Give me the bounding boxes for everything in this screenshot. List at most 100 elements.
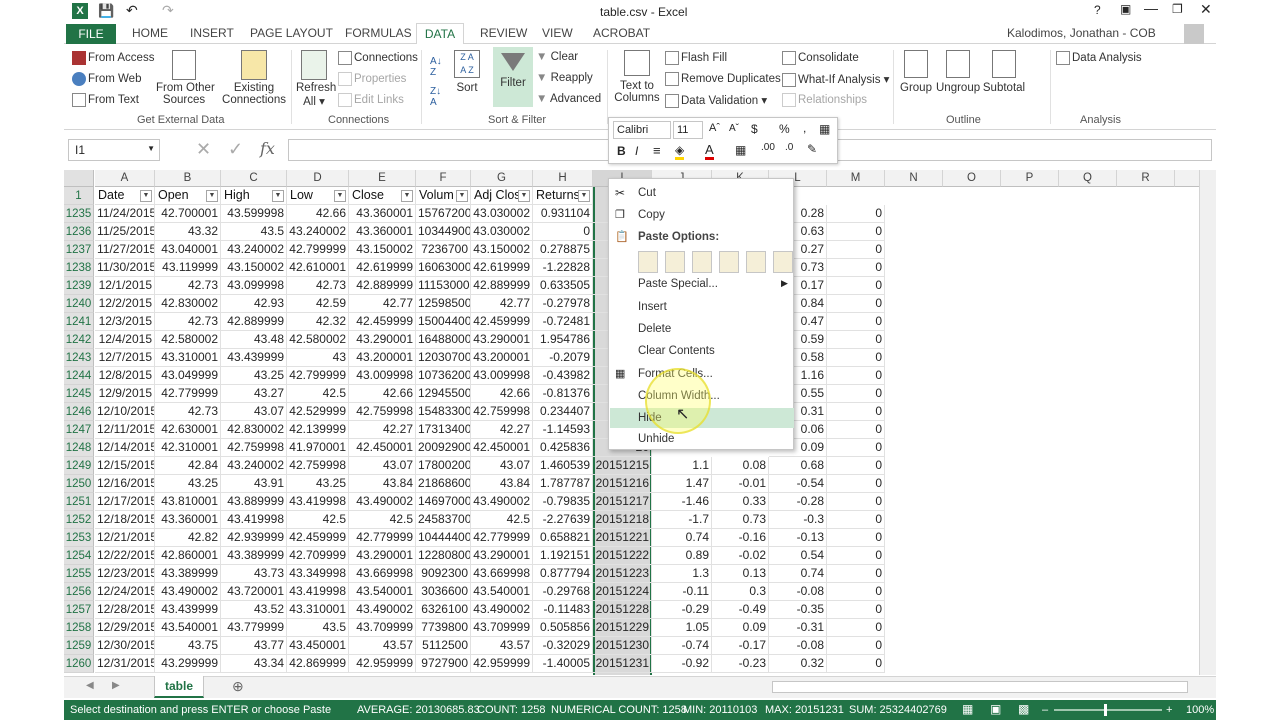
table-cell[interactable]: -0.08: [769, 637, 827, 655]
table-cell[interactable]: 42.700001: [155, 205, 221, 223]
table-cell[interactable]: 43.490002: [471, 601, 533, 619]
table-cell[interactable]: 43.290001: [471, 331, 533, 349]
table-cell[interactable]: 0: [827, 547, 885, 565]
table-cell[interactable]: 42.93: [221, 295, 287, 313]
table-cell[interactable]: 12/18/2015: [95, 511, 155, 529]
table-cell[interactable]: 42.66: [349, 385, 416, 403]
table-cell[interactable]: 0.658821: [533, 529, 593, 547]
table-cell[interactable]: -0.43982: [533, 367, 593, 385]
flash-fill-button[interactable]: Flash Fill: [665, 51, 727, 65]
table-cell[interactable]: 43.91: [221, 475, 287, 493]
paste-icon[interactable]: [638, 251, 658, 273]
table-cell[interactable]: 17800200: [416, 457, 471, 475]
table-cell[interactable]: 0: [827, 421, 885, 439]
properties-button[interactable]: Properties: [338, 72, 406, 86]
paste-values-icon[interactable]: [665, 251, 685, 273]
row-header[interactable]: 1246: [64, 403, 94, 421]
edit-links-button[interactable]: Edit Links: [338, 93, 404, 107]
table-cell[interactable]: 0: [827, 637, 885, 655]
menu-item-clear-contents[interactable]: Clear Contents: [638, 345, 715, 357]
help-icon[interactable]: ?: [1094, 3, 1101, 17]
table-cell[interactable]: 43.360001: [349, 205, 416, 223]
selected-cell[interactable]: 20151221: [593, 529, 652, 547]
table-cell[interactable]: -0.74: [652, 637, 712, 655]
table-cell[interactable]: 42.889999: [221, 313, 287, 331]
add-sheet-icon[interactable]: ⊕: [232, 678, 244, 695]
table-cell[interactable]: 42.77: [471, 295, 533, 313]
table-cell[interactable]: 42.84: [155, 457, 221, 475]
column-header-cell[interactable]: Open ▼: [155, 187, 221, 205]
table-cell[interactable]: 42.5: [287, 511, 349, 529]
table-cell[interactable]: -0.01: [712, 475, 769, 493]
table-cell[interactable]: 43.240002: [287, 223, 349, 241]
close-icon[interactable]: ✕: [1200, 1, 1212, 18]
table-cell[interactable]: 42.529999: [287, 403, 349, 421]
table-cell[interactable]: 0: [827, 565, 885, 583]
table-cell[interactable]: 9727900: [416, 655, 471, 673]
table-cell[interactable]: 24583700: [416, 511, 471, 529]
column-header-cell[interactable]: Adj Clos ▼: [471, 187, 533, 205]
table-cell[interactable]: 0: [827, 349, 885, 367]
vertical-scrollbar[interactable]: [1199, 170, 1216, 675]
table-cell[interactable]: 43.720001: [221, 583, 287, 601]
column-header[interactable]: R: [1117, 170, 1175, 187]
table-cell[interactable]: 42.59: [287, 295, 349, 313]
table-cell[interactable]: 43.360001: [155, 511, 221, 529]
table-cell[interactable]: 42.959999: [471, 655, 533, 673]
group-button[interactable]: Group: [898, 50, 934, 94]
table-cell[interactable]: 0: [827, 493, 885, 511]
selected-cell[interactable]: 20151224: [593, 583, 652, 601]
table-cell[interactable]: 43.540001: [471, 583, 533, 601]
tab-file[interactable]: FILE: [66, 24, 116, 44]
table-cell[interactable]: 43.419998: [287, 493, 349, 511]
filter-dropdown-icon[interactable]: ▼: [518, 190, 530, 202]
page-layout-view-icon[interactable]: ▣: [990, 702, 1001, 716]
table-cell[interactable]: 43.75: [155, 637, 221, 655]
menu-item-copy[interactable]: Copy: [638, 209, 665, 221]
table-cell[interactable]: 3036600: [416, 583, 471, 601]
table-cell[interactable]: -0.81376: [533, 385, 593, 403]
menu-item-cut[interactable]: Cut: [638, 187, 656, 199]
table-cell[interactable]: 43.009998: [471, 367, 533, 385]
table-cell[interactable]: 42.66: [471, 385, 533, 403]
table-cell[interactable]: 11/27/2015: [95, 241, 155, 259]
table-cell[interactable]: 42.450001: [471, 439, 533, 457]
text-to-columns-button[interactable]: Text to Columns: [614, 50, 660, 104]
consolidate-button[interactable]: Consolidate: [782, 51, 859, 65]
table-cell[interactable]: 12/24/2015: [95, 583, 155, 601]
table-cell[interactable]: 10736200: [416, 367, 471, 385]
table-cell[interactable]: -0.54: [769, 475, 827, 493]
row-header[interactable]: 1252: [64, 511, 94, 529]
advanced-button[interactable]: ▼ Advanced: [536, 93, 601, 105]
table-cell[interactable]: 0: [827, 313, 885, 331]
sheet-tab-table[interactable]: table: [154, 676, 204, 698]
remove-duplicates-button[interactable]: Remove Duplicates: [665, 72, 781, 86]
table-cell[interactable]: 43.200001: [349, 349, 416, 367]
undo-icon[interactable]: ↶: [126, 2, 138, 19]
tab-data[interactable]: DATA: [416, 23, 464, 45]
column-header-cell[interactable]: Close ▼: [349, 187, 416, 205]
table-cell[interactable]: 0.633505: [533, 277, 593, 295]
bold-icon[interactable]: B: [617, 144, 626, 158]
table-cell[interactable]: 43.25: [155, 475, 221, 493]
table-cell[interactable]: 0: [827, 655, 885, 673]
table-cell[interactable]: 43.419998: [221, 511, 287, 529]
table-cell[interactable]: 42.779999: [471, 529, 533, 547]
table-cell[interactable]: 42.459999: [471, 313, 533, 331]
table-cell[interactable]: 7739800: [416, 619, 471, 637]
table-cell[interactable]: 0: [827, 277, 885, 295]
table-cell[interactable]: 43.389999: [221, 547, 287, 565]
table-cell[interactable]: -0.28: [769, 493, 827, 511]
table-cell[interactable]: 21868600: [416, 475, 471, 493]
table-cell[interactable]: 42.759998: [349, 403, 416, 421]
paste-link-icon[interactable]: [773, 251, 793, 273]
table-cell[interactable]: 0: [827, 475, 885, 493]
cancel-icon[interactable]: ✕: [196, 139, 211, 160]
table-cell[interactable]: -1.40005: [533, 655, 593, 673]
table-cell[interactable]: 0: [827, 511, 885, 529]
table-cell[interactable]: 43.150002: [349, 241, 416, 259]
table-cell[interactable]: 42.459999: [349, 313, 416, 331]
increase-decimal-icon[interactable]: .00: [761, 142, 775, 153]
table-cell[interactable]: -0.08: [769, 583, 827, 601]
table-cell[interactable]: 43.84: [471, 475, 533, 493]
